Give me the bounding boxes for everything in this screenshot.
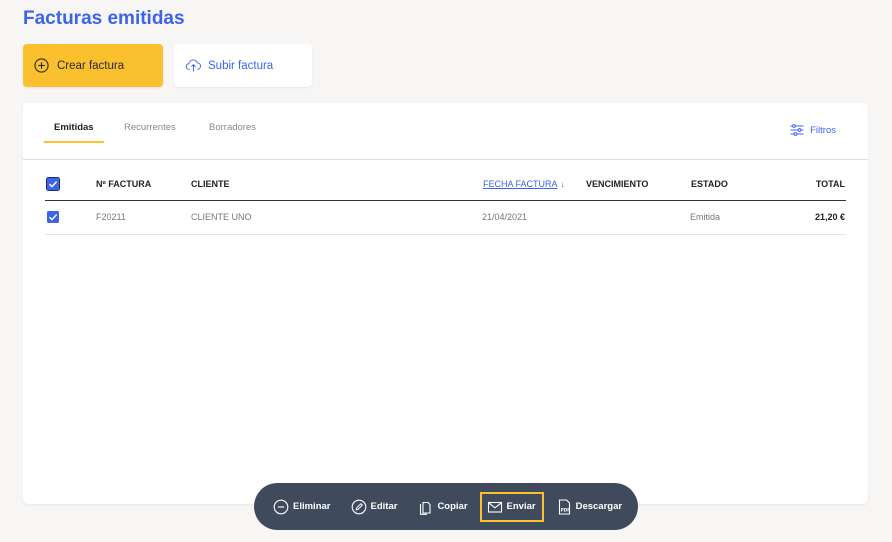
bulk-action-bar: Eliminar Editar Copiar Enviar PDF Descar… (254, 483, 638, 530)
envelope-icon (487, 501, 502, 513)
delete-label: Eliminar (293, 501, 331, 512)
filter-sliders-icon (790, 124, 804, 136)
column-header-date[interactable]: FECHA FACTURA ↓ (483, 179, 565, 189)
edit-button[interactable]: Editar (351, 494, 398, 520)
invoices-card: Emitidas Recurrentes Borradores Filtros … (23, 103, 868, 504)
tab-emitidas[interactable]: Emitidas (44, 122, 104, 143)
upload-invoice-button[interactable]: Subir factura (174, 44, 312, 87)
page-title: Facturas emitidas (23, 8, 185, 29)
sort-arrow-icon: ↓ (560, 180, 565, 189)
column-header-status: ESTADO (691, 179, 728, 189)
cell-status: Emitida (690, 212, 721, 222)
select-all-checkbox[interactable] (46, 177, 60, 191)
column-header-date-label: FECHA FACTURA (483, 179, 558, 189)
row-checkbox[interactable] (47, 211, 59, 223)
cell-date: 21/04/2021 (482, 212, 528, 222)
minus-circle-icon (273, 499, 289, 514)
download-button[interactable]: PDF Descargar (556, 494, 622, 520)
column-header-number: Nº FACTURA (96, 179, 152, 189)
cell-total: 21,20 € (814, 212, 845, 222)
download-label: Descargar (575, 501, 623, 512)
column-header-due: VENCIMIENTO (586, 179, 649, 189)
filters-label: Filtros (810, 124, 836, 136)
send-button[interactable]: Enviar (479, 491, 544, 522)
copy-button[interactable]: Copiar (417, 494, 468, 520)
copy-label: Copiar (437, 501, 468, 512)
plus-circle-icon (34, 58, 49, 73)
check-icon (48, 181, 58, 188)
tab-recurrentes[interactable]: Recurrentes (124, 122, 176, 141)
svg-text:PDF: PDF (560, 507, 570, 512)
upload-invoice-label: Subir factura (208, 59, 274, 72)
table-header-divider (45, 200, 846, 201)
pencil-icon (351, 499, 366, 514)
check-icon (48, 214, 58, 221)
column-header-total: TOTAL (815, 179, 845, 189)
tab-bar: Emitidas Recurrentes Borradores Filtros (23, 103, 868, 160)
column-header-client: CLIENTE (191, 179, 230, 189)
pdf-file-icon: PDF (558, 498, 570, 515)
filters-button[interactable]: Filtros (790, 124, 836, 136)
cloud-upload-icon (185, 59, 201, 72)
copy-icon (420, 501, 431, 515)
delete-button[interactable]: Eliminar (273, 494, 331, 520)
create-invoice-label: Crear factura (57, 59, 125, 72)
send-label: Enviar (506, 501, 536, 512)
edit-label: Editar (370, 501, 398, 512)
table-row-divider (45, 234, 846, 235)
create-invoice-button[interactable]: Crear factura (23, 44, 163, 87)
cell-client: CLIENTE UNO (191, 212, 252, 222)
tab-borradores[interactable]: Borradores (209, 122, 256, 141)
cell-number: F20211 (96, 212, 126, 222)
